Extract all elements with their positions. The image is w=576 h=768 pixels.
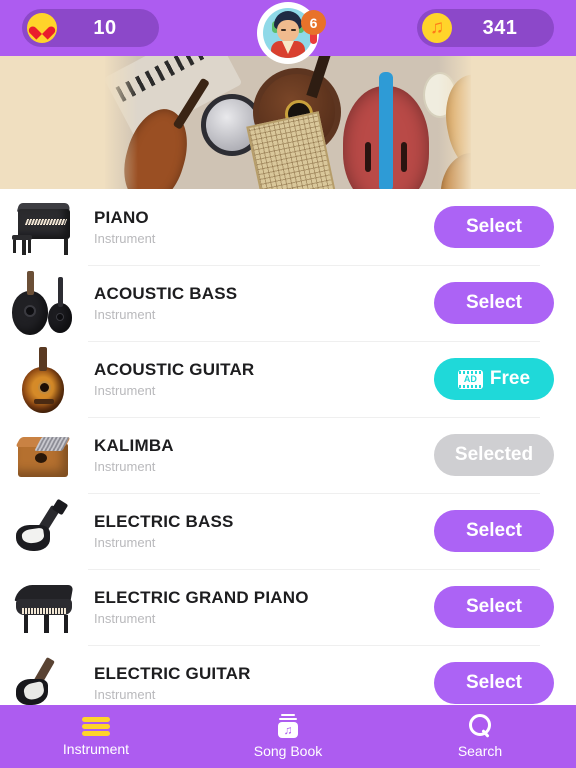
avatar-level-badge: 6 [301, 10, 326, 35]
tab-song-book[interactable]: ♫ Song Book [192, 705, 384, 768]
list-item-texts: ELECTRIC GRAND PIANO Instrument [94, 588, 434, 626]
instrument-name: KALIMBA [94, 436, 174, 455]
avatar[interactable]: 6 [259, 4, 326, 62]
tab-song-book-label: Song Book [253, 743, 323, 759]
instrument-name: ELECTRIC BASS [94, 512, 234, 531]
list-item-texts: ACOUSTIC BASS Instrument [94, 284, 434, 322]
electric-grand-piano-thumb [8, 575, 80, 639]
ad-icon: AD [457, 369, 483, 389]
acoustic-bass-thumb [8, 271, 80, 335]
song-book-icon: ♫ [275, 714, 301, 738]
free-button-label: Free [489, 368, 531, 389]
select-button[interactable]: Select [434, 206, 554, 248]
hero-banner[interactable] [0, 56, 576, 189]
instrument-subtitle: Instrument [94, 535, 156, 550]
instrument-subtitle: Instrument [94, 383, 156, 398]
heart-icon [27, 13, 57, 43]
instrument-subtitle: Instrument [94, 687, 156, 702]
kalimba-thumb [8, 423, 80, 487]
electric-bass-thumb [8, 498, 80, 563]
list-item[interactable]: ACOUSTIC BASS Instrument Select [0, 265, 576, 341]
instrument-name: ELECTRIC GUITAR [94, 664, 251, 683]
instrument-list[interactable]: PIANO Instrument Select ACOUSTIC BASS In… [0, 189, 576, 705]
free-ad-button[interactable]: AD Free [434, 358, 554, 400]
instrument-subtitle: Instrument [94, 307, 156, 322]
list-item[interactable]: ELECTRIC BASS Instrument Select [0, 493, 576, 569]
tab-search-label: Search [457, 743, 503, 759]
bottom-tab-bar: Instrument ♫ Song Book Search [0, 705, 576, 768]
list-item[interactable]: ELECTRIC GUITAR Instrument Select [0, 645, 576, 705]
lives-value: 10 [93, 16, 117, 39]
select-button[interactable]: Select [434, 662, 554, 704]
list-item-texts: PIANO Instrument [94, 208, 434, 246]
instrument-subtitle: Instrument [94, 611, 156, 626]
list-item-texts: ELECTRIC GUITAR Instrument [94, 664, 434, 702]
acoustic-guitar-thumb [8, 347, 80, 413]
tab-instrument[interactable]: Instrument [0, 705, 192, 768]
select-button[interactable]: Select [434, 586, 554, 628]
instrument-name: ACOUSTIC BASS [94, 284, 238, 303]
list-item-texts: ELECTRIC BASS Instrument [94, 512, 434, 550]
hamburger-icon [82, 716, 110, 736]
tab-search[interactable]: Search [384, 705, 576, 768]
select-button[interactable]: Select [434, 282, 554, 324]
instrument-subtitle: Instrument [94, 459, 156, 474]
list-item[interactable]: ACOUSTIC GUITAR Instrument AD Free [0, 341, 576, 417]
lives-counter[interactable]: 10 [22, 9, 159, 47]
list-item-texts: KALIMBA Instrument [94, 436, 434, 474]
tab-instrument-label: Instrument [62, 740, 130, 757]
music-note-icon: ♫ [422, 13, 452, 43]
instrument-name: PIANO [94, 208, 149, 227]
selected-button[interactable]: Selected [434, 434, 554, 476]
list-item[interactable]: ELECTRIC GRAND PIANO Instrument Select [0, 569, 576, 645]
electric-guitar-thumb [8, 651, 80, 705]
coins-value: 341 [482, 16, 518, 39]
select-button[interactable]: Select [434, 510, 554, 552]
instrument-subtitle: Instrument [94, 231, 156, 246]
list-item-texts: ACOUSTIC GUITAR Instrument [94, 360, 434, 398]
search-icon [468, 714, 492, 738]
instrument-name: ACOUSTIC GUITAR [94, 360, 255, 379]
list-item[interactable]: KALIMBA Instrument Selected [0, 417, 576, 493]
coins-counter[interactable]: ♫ 341 [417, 9, 554, 47]
piano-thumb [8, 195, 80, 259]
list-item[interactable]: PIANO Instrument Select [0, 189, 576, 265]
instrument-name: ELECTRIC GRAND PIANO [94, 588, 309, 607]
instruments-hero-image [105, 56, 471, 189]
